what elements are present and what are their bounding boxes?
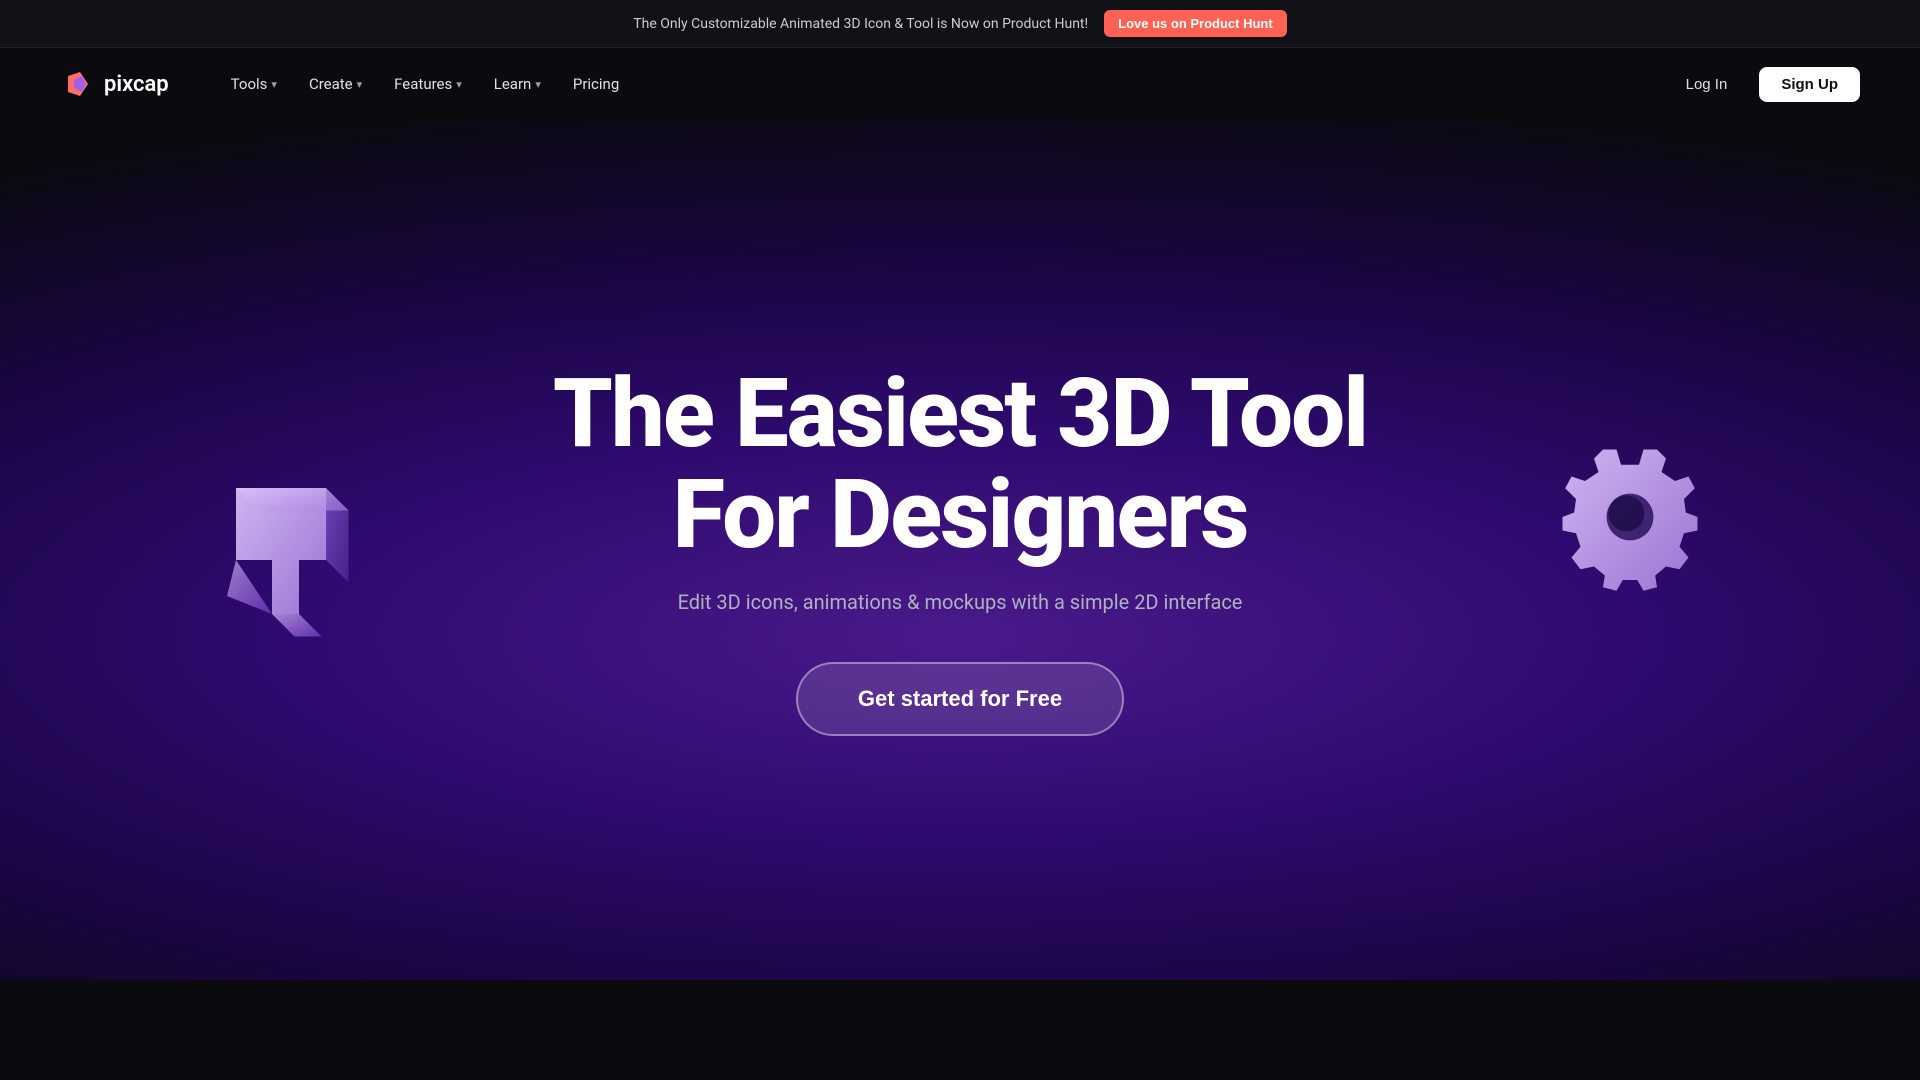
hero-title: The Easiest 3D Tool For Designers [553,364,1367,566]
arrow-3d-icon [200,470,380,650]
create-chevron-icon: ▾ [357,78,363,91]
hero-subtitle: Edit 3D icons, animations & mockups with… [553,590,1367,614]
nav-item-create[interactable]: Create ▾ [295,67,376,101]
signup-button[interactable]: Sign Up [1759,67,1860,102]
hero-deco-right [1540,427,1720,627]
logo-icon [60,66,96,102]
navbar: pixcap Tools ▾ Create ▾ Features ▾ Learn… [0,48,1920,120]
nav-links: Tools ▾ Create ▾ Features ▾ Learn ▾ Pric… [217,67,1670,101]
learn-chevron-icon: ▾ [535,78,541,91]
gear-3d-icon [1540,427,1720,607]
nav-actions: Log In Sign Up [1670,67,1860,102]
nav-item-learn[interactable]: Learn ▾ [480,67,555,101]
logo-text: pixcap [104,72,169,97]
hero-cta-button[interactable]: Get started for Free [796,662,1124,736]
nav-item-features[interactable]: Features ▾ [380,67,476,101]
login-button[interactable]: Log In [1670,68,1744,101]
announcement-text: The Only Customizable Animated 3D Icon &… [633,16,1088,32]
announcement-bar: The Only Customizable Animated 3D Icon &… [0,0,1920,48]
hero-content: The Easiest 3D Tool For Designers Edit 3… [553,364,1367,736]
logo[interactable]: pixcap [60,66,169,102]
tools-chevron-icon: ▾ [271,78,277,91]
nav-item-tools[interactable]: Tools ▾ [217,67,291,101]
hero-deco-left [200,470,380,670]
product-hunt-button[interactable]: Love us on Product Hunt [1104,10,1287,37]
features-chevron-icon: ▾ [456,78,462,91]
hero-section: The Easiest 3D Tool For Designers Edit 3… [0,120,1920,980]
nav-item-pricing[interactable]: Pricing [559,67,633,101]
